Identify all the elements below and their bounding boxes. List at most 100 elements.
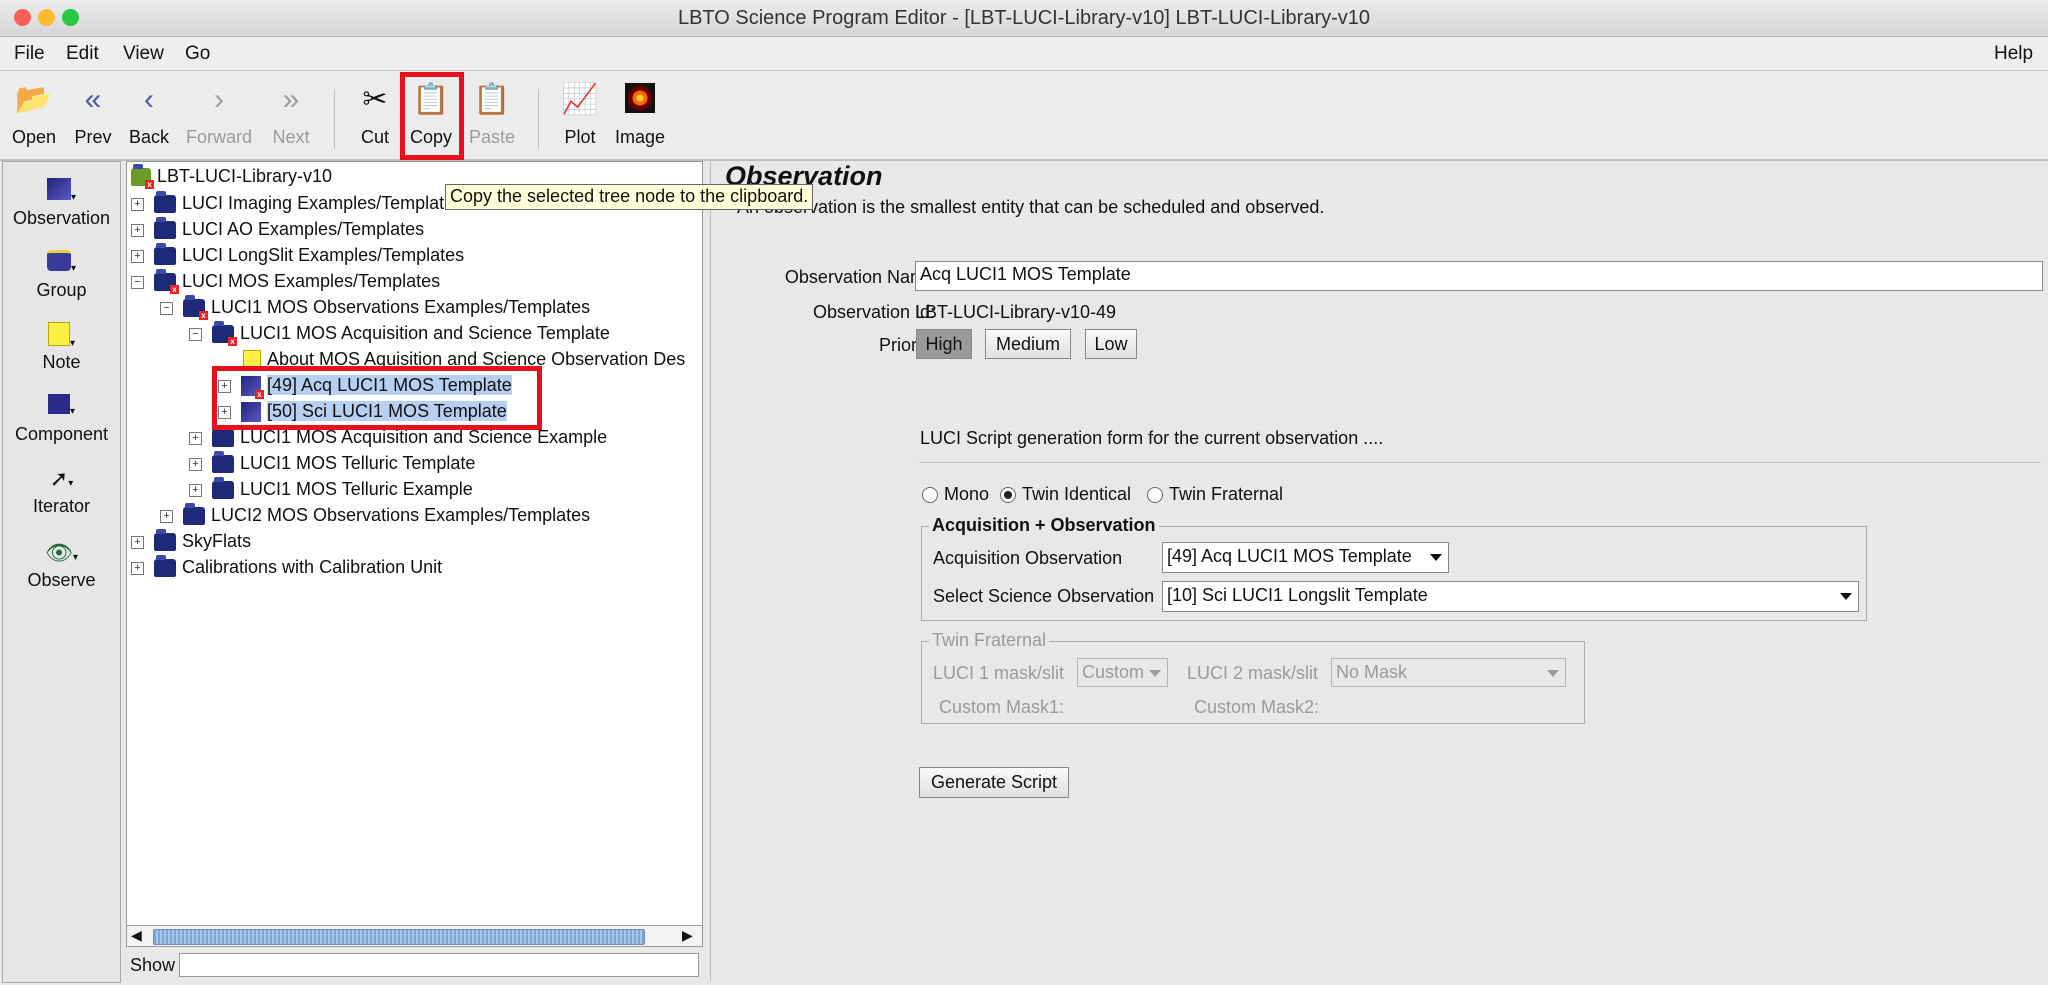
tree-node[interactable]: + LUCI1 MOS Telluric Template xyxy=(189,450,475,476)
open-button[interactable]: 📂 Open xyxy=(8,79,60,155)
mode-twin-fraternal[interactable]: Twin Fraternal xyxy=(1147,484,1283,505)
clipboard-icon: 📋 xyxy=(473,83,511,116)
observation-id-label: Observation Id: xyxy=(812,302,935,322)
science-observation-select[interactable]: [10] Sci LUCI1 Longslit Template xyxy=(1162,581,1859,612)
folder-icon xyxy=(154,529,177,552)
program-tree[interactable]: x LBT-LUCI-Library-v10 + LUCI Imaging Exa… xyxy=(126,161,703,943)
folder-icon xyxy=(154,555,177,578)
tree-node[interactable]: + LUCI AO Examples/Templates xyxy=(131,216,424,242)
generate-script-button[interactable]: Generate Script xyxy=(919,767,1069,798)
priority-medium-button[interactable]: Medium xyxy=(985,329,1071,359)
priority-high-button[interactable]: High xyxy=(916,329,972,359)
tree-horizontal-scrollbar[interactable]: ◀ ▶ xyxy=(126,925,703,947)
cut-button[interactable]: ✂ Cut xyxy=(352,79,398,155)
forward-button[interactable]: › Forward xyxy=(180,79,258,155)
plot-button[interactable]: 📈 Plot xyxy=(556,79,604,155)
twin-fraternal-group-title: Twin Fraternal xyxy=(929,630,1050,651)
component-icon: ▾ xyxy=(45,394,79,424)
expand-icon[interactable]: + xyxy=(189,457,202,471)
tree-node[interactable]: + SkyFlats xyxy=(131,528,251,554)
tree-root[interactable]: x LBT-LUCI-Library-v10 xyxy=(131,163,332,190)
radio-icon xyxy=(922,487,938,504)
priority-label: Priority xyxy=(878,335,935,355)
palette-note[interactable]: ▾ Note xyxy=(3,322,120,373)
tree-node[interactable]: + Calibrations with Calibration Unit xyxy=(131,554,442,580)
acquisition-observation-label: Acquisition Observation xyxy=(933,548,1123,568)
prev-button[interactable]: « Prev xyxy=(68,79,118,155)
tree-node[interactable]: − x LUCI1 MOS Observations Examples/Templ… xyxy=(160,294,590,321)
chevron-down-icon xyxy=(1149,670,1161,677)
expand-icon[interactable]: + xyxy=(131,249,144,263)
menu-file[interactable]: File xyxy=(14,43,45,65)
menu-go[interactable]: Go xyxy=(185,43,210,65)
priority-low-button[interactable]: Low xyxy=(1085,329,1137,359)
luci1-mask-select[interactable]: Custom xyxy=(1077,658,1168,687)
mode-twin-identical[interactable]: Twin Identical xyxy=(1000,484,1131,505)
acquisition-group-title: Acquisition + Observation xyxy=(929,515,1159,536)
show-label: Show xyxy=(130,955,176,975)
collapse-icon[interactable]: − xyxy=(131,275,144,289)
next-button[interactable]: » Next xyxy=(266,79,316,155)
image-icon xyxy=(612,83,668,117)
acquisition-observation-select[interactable]: [49] Acq LUCI1 MOS Template xyxy=(1162,542,1449,573)
expand-icon[interactable]: + xyxy=(131,561,144,575)
expand-icon[interactable]: + xyxy=(189,483,202,497)
show-input[interactable] xyxy=(179,953,699,977)
note-icon: ▾ xyxy=(45,322,79,352)
palette-observation[interactable]: ▾ Observation xyxy=(3,178,120,229)
expand-icon[interactable]: + xyxy=(131,197,144,211)
palette-observe[interactable]: 👁▾ Observe xyxy=(3,540,120,591)
iterator-icon: ➚▾ xyxy=(49,466,74,491)
custom-mask1-label: Custom Mask1: xyxy=(939,697,1065,717)
folder-icon: x xyxy=(183,295,209,321)
expand-icon[interactable]: + xyxy=(160,509,173,523)
tree-node[interactable]: − x LUCI1 MOS Acquisition and Science Tem… xyxy=(189,320,610,347)
expand-icon[interactable]: + xyxy=(189,431,202,445)
folder-icon xyxy=(183,503,206,526)
observation-icon: ▾ xyxy=(45,178,79,208)
mode-mono[interactable]: Mono xyxy=(922,484,989,505)
scrollbar-thumb[interactable] xyxy=(153,929,645,945)
observation-name-label: Observation Name xyxy=(784,267,935,287)
back-button[interactable]: ‹ Back xyxy=(124,79,174,155)
tree-node[interactable]: + LUCI Imaging Examples/Templates xyxy=(131,190,463,216)
tree-node[interactable]: − x LUCI MOS Examples/Templates xyxy=(131,268,440,295)
divider xyxy=(919,462,2041,463)
menu-view[interactable]: View xyxy=(123,43,164,65)
observation-name-field[interactable]: Acq LUCI1 MOS Template xyxy=(915,261,2043,291)
tree-node[interactable]: + LUCI2 MOS Observations Examples/Templa… xyxy=(160,502,590,528)
folder-icon xyxy=(212,477,235,500)
expand-icon[interactable]: + xyxy=(131,535,144,549)
menu-edit[interactable]: Edit xyxy=(66,43,99,65)
folder-icon xyxy=(154,243,177,266)
chevron-down-icon xyxy=(1430,554,1442,561)
custom-mask2-label: Custom Mask2: xyxy=(1194,697,1320,717)
menu-help[interactable]: Help xyxy=(1994,43,2033,65)
image-button[interactable]: Image xyxy=(612,79,668,155)
right-arrow-icon: › xyxy=(214,83,224,116)
tree-node[interactable]: + LUCI1 MOS Telluric Example xyxy=(189,476,473,502)
collapse-icon[interactable]: − xyxy=(189,327,202,341)
collapse-icon[interactable]: − xyxy=(160,301,173,315)
radio-icon xyxy=(1147,487,1163,504)
palette-iterator[interactable]: ➚▾ Iterator xyxy=(3,466,120,517)
paste-button[interactable]: 📋 Paste xyxy=(466,79,518,155)
palette-group[interactable]: ▾ Group xyxy=(3,250,120,301)
window-title: LBTO Science Program Editor - [LBT-LUCI-… xyxy=(677,7,1371,29)
plot-icon: 📈 xyxy=(561,83,599,116)
double-right-arrow-icon: » xyxy=(282,83,300,116)
show-filter: Show xyxy=(126,950,701,980)
folder-icon xyxy=(154,217,177,240)
toolbar-separator xyxy=(334,89,335,149)
palette-component[interactable]: ▾ Component xyxy=(3,394,120,445)
scroll-left-icon[interactable]: ◀ xyxy=(131,927,142,944)
tree-node[interactable]: + LUCI LongSlit Examples/Templates xyxy=(131,242,464,268)
folder-icon xyxy=(212,425,235,448)
left-arrow-icon: ‹ xyxy=(144,83,154,116)
chevron-down-icon xyxy=(1547,670,1559,677)
title-bar: LBTO Science Program Editor - [LBT-LUCI-… xyxy=(0,0,2048,37)
expand-icon[interactable]: + xyxy=(131,223,144,237)
double-left-arrow-icon: « xyxy=(84,83,102,116)
luci2-mask-select[interactable]: No Mask xyxy=(1331,658,1566,687)
scroll-right-icon[interactable]: ▶ xyxy=(682,927,693,944)
